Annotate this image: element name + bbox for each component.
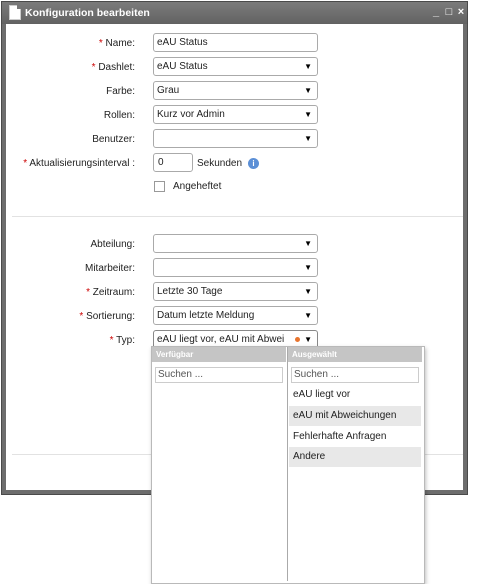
dashlet-select[interactable]: eAU Status ▼: [153, 57, 318, 76]
titlebar[interactable]: Konfiguration bearbeiten _ □ ×: [2, 2, 467, 24]
sortierung-label: * Sortierung:: [79, 311, 135, 322]
dropdown-arrow-icon: ▼: [304, 134, 312, 143]
rollen-select[interactable]: Kurz vor Admin ▼: [153, 105, 318, 124]
zeitraum-label: * Zeitraum:: [86, 287, 135, 298]
minimize-button[interactable]: _: [430, 5, 442, 19]
selected-item[interactable]: eAU mit Abweichungen: [289, 406, 421, 426]
mitarbeiter-label: Mitarbeiter:: [84, 263, 135, 274]
interval-unit: Sekunden: [197, 158, 243, 169]
selected-item[interactable]: eAU liegt vor: [289, 385, 421, 405]
sortierung-select[interactable]: Datum letzte Meldung ▼: [153, 306, 318, 325]
selected-item[interactable]: Andere: [289, 447, 421, 467]
benutzer-select[interactable]: ▼: [153, 129, 318, 148]
angeheftet-checkbox[interactable]: [154, 181, 165, 192]
name-label: * Name:: [98, 38, 135, 49]
benutzer-label: Benutzer:: [92, 134, 135, 145]
available-header: Verfügbar: [152, 347, 286, 362]
selected-item[interactable]: Fehlerhafte Anfragen: [289, 427, 421, 447]
dropdown-arrow-icon: ▼: [304, 311, 312, 320]
abteilung-select[interactable]: ▼: [153, 234, 318, 253]
selected-search-input[interactable]: Suchen ...: [291, 367, 419, 383]
info-icon[interactable]: i: [248, 158, 259, 169]
available-search-input[interactable]: Suchen ...: [155, 367, 283, 383]
dropdown-arrow-icon: ▼: [304, 263, 312, 272]
interval-input[interactable]: 0: [153, 153, 193, 172]
selected-header: Ausgewählt: [288, 347, 422, 362]
farbe-select[interactable]: Grau ▼: [153, 81, 318, 100]
mitarbeiter-select[interactable]: ▼: [153, 258, 318, 277]
farbe-label: Farbe:: [106, 86, 135, 97]
dashlet-label: * Dashlet:: [91, 62, 135, 73]
selected-column: Ausgewählt Suchen ... eAU liegt vor eAU …: [288, 347, 422, 581]
dropdown-arrow-icon: ▼: [304, 86, 312, 95]
available-column: Verfügbar Suchen ...: [152, 347, 286, 581]
document-icon: [9, 5, 21, 20]
rollen-label: Rollen:: [103, 110, 135, 121]
interval-label: * Aktualisierungsinterval :: [23, 158, 135, 169]
zeitraum-select[interactable]: Letzte 30 Tage ▼: [153, 282, 318, 301]
divider: [12, 216, 463, 217]
close-button[interactable]: ×: [455, 5, 467, 19]
dropdown-arrow-icon: ▼: [304, 287, 312, 296]
angeheftet-label: Angeheftet: [173, 181, 222, 192]
maximize-button[interactable]: □: [443, 5, 455, 19]
status-dot-icon: [295, 337, 300, 342]
dropdown-arrow-icon: ▼: [304, 110, 312, 119]
typ-dropdown-panel: Verfügbar Suchen ... Ausgewählt Suchen .…: [151, 346, 425, 584]
dropdown-arrow-icon: ▼: [304, 62, 312, 71]
window-title: Konfiguration bearbeiten: [25, 7, 150, 19]
typ-label: * Typ:: [109, 335, 135, 346]
dropdown-arrow-icon: ▼: [304, 239, 312, 248]
abteilung-label: Abteilung:: [90, 239, 135, 250]
name-input[interactable]: eAU Status: [153, 33, 318, 52]
